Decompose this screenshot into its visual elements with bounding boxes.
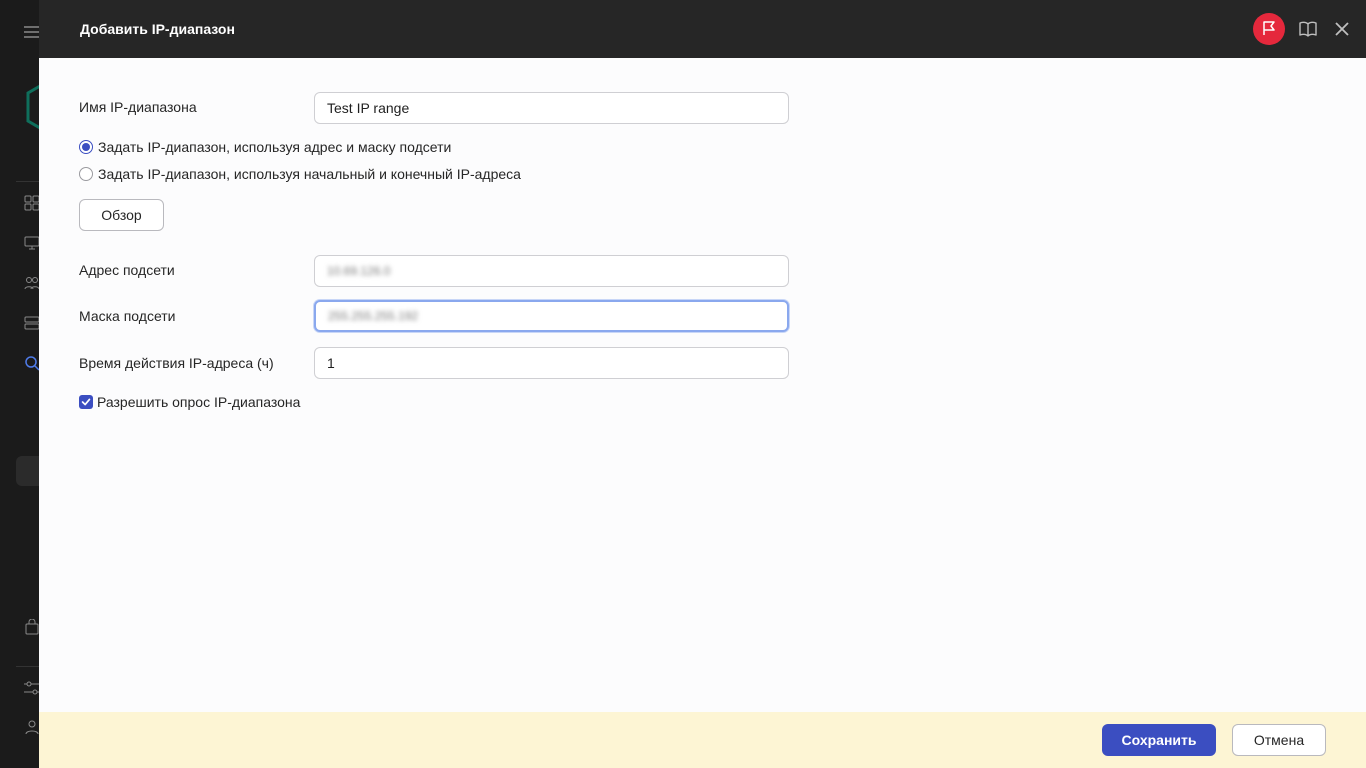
monitor-icon[interactable] xyxy=(24,235,40,251)
subnet-mask-input[interactable]: 255.255.255.192 xyxy=(314,300,789,332)
bag-icon[interactable] xyxy=(24,619,40,635)
lease-time-input[interactable] xyxy=(314,347,789,379)
ip-range-name-input[interactable] xyxy=(314,92,789,124)
cancel-button[interactable]: Отмена xyxy=(1232,724,1326,756)
allow-polling-checkbox[interactable] xyxy=(79,395,93,409)
allow-polling-option[interactable]: Разрешить опрос IP-диапазона xyxy=(79,394,300,410)
radio-range-button[interactable] xyxy=(79,167,93,181)
menu-icon[interactable] xyxy=(24,24,40,40)
lease-time-label: Время действия IP-адреса (ч) xyxy=(79,355,274,371)
check-icon xyxy=(81,398,91,406)
radio-range-option[interactable]: Задать IP-диапазон, используя начальный … xyxy=(79,166,521,182)
add-ip-range-dialog: Добавить IP-диапазон Имя IP-диапазона За… xyxy=(39,0,1366,768)
server-icon[interactable] xyxy=(24,315,40,331)
radio-range-label: Задать IP-диапазон, используя начальный … xyxy=(98,166,521,182)
sidebar-divider xyxy=(16,181,40,182)
browse-button[interactable]: Обзор xyxy=(79,199,164,231)
dialog-header: Добавить IP-диапазон xyxy=(39,0,1366,58)
book-icon[interactable] xyxy=(1299,20,1317,38)
subnet-address-input[interactable]: 10.69.126.0 xyxy=(314,255,789,287)
ip-range-name-label: Имя IP-диапазона xyxy=(79,99,197,115)
dialog-title: Добавить IP-диапазон xyxy=(80,21,235,37)
subnet-mask-value: 255.255.255.192 xyxy=(328,309,419,323)
sliders-icon[interactable] xyxy=(24,680,40,696)
radio-subnet-option[interactable]: Задать IP-диапазон, используя адрес и ма… xyxy=(79,139,451,155)
radio-subnet-button[interactable] xyxy=(79,140,93,154)
radio-subnet-label: Задать IP-диапазон, используя адрес и ма… xyxy=(98,139,452,155)
user-icon[interactable] xyxy=(24,719,40,735)
logo-icon xyxy=(24,84,41,130)
app-sidebar xyxy=(0,0,41,768)
allow-polling-label: Разрешить опрос IP-диапазона xyxy=(97,394,301,410)
subnet-mask-label: Маска подсети xyxy=(79,308,176,324)
search-icon[interactable] xyxy=(24,355,40,371)
dialog-footer: Сохранить Отмена xyxy=(39,712,1366,768)
sidebar-selected-item[interactable] xyxy=(16,456,40,486)
save-button[interactable]: Сохранить xyxy=(1102,724,1216,756)
flag-icon xyxy=(1261,20,1277,39)
flag-button[interactable] xyxy=(1253,13,1285,45)
close-icon[interactable] xyxy=(1333,20,1351,38)
subnet-address-value: 10.69.126.0 xyxy=(327,264,391,278)
dashboard-icon[interactable] xyxy=(24,195,40,211)
users-icon[interactable] xyxy=(24,275,40,291)
sidebar-divider xyxy=(16,666,40,667)
subnet-address-label: Адрес подсети xyxy=(79,262,175,278)
